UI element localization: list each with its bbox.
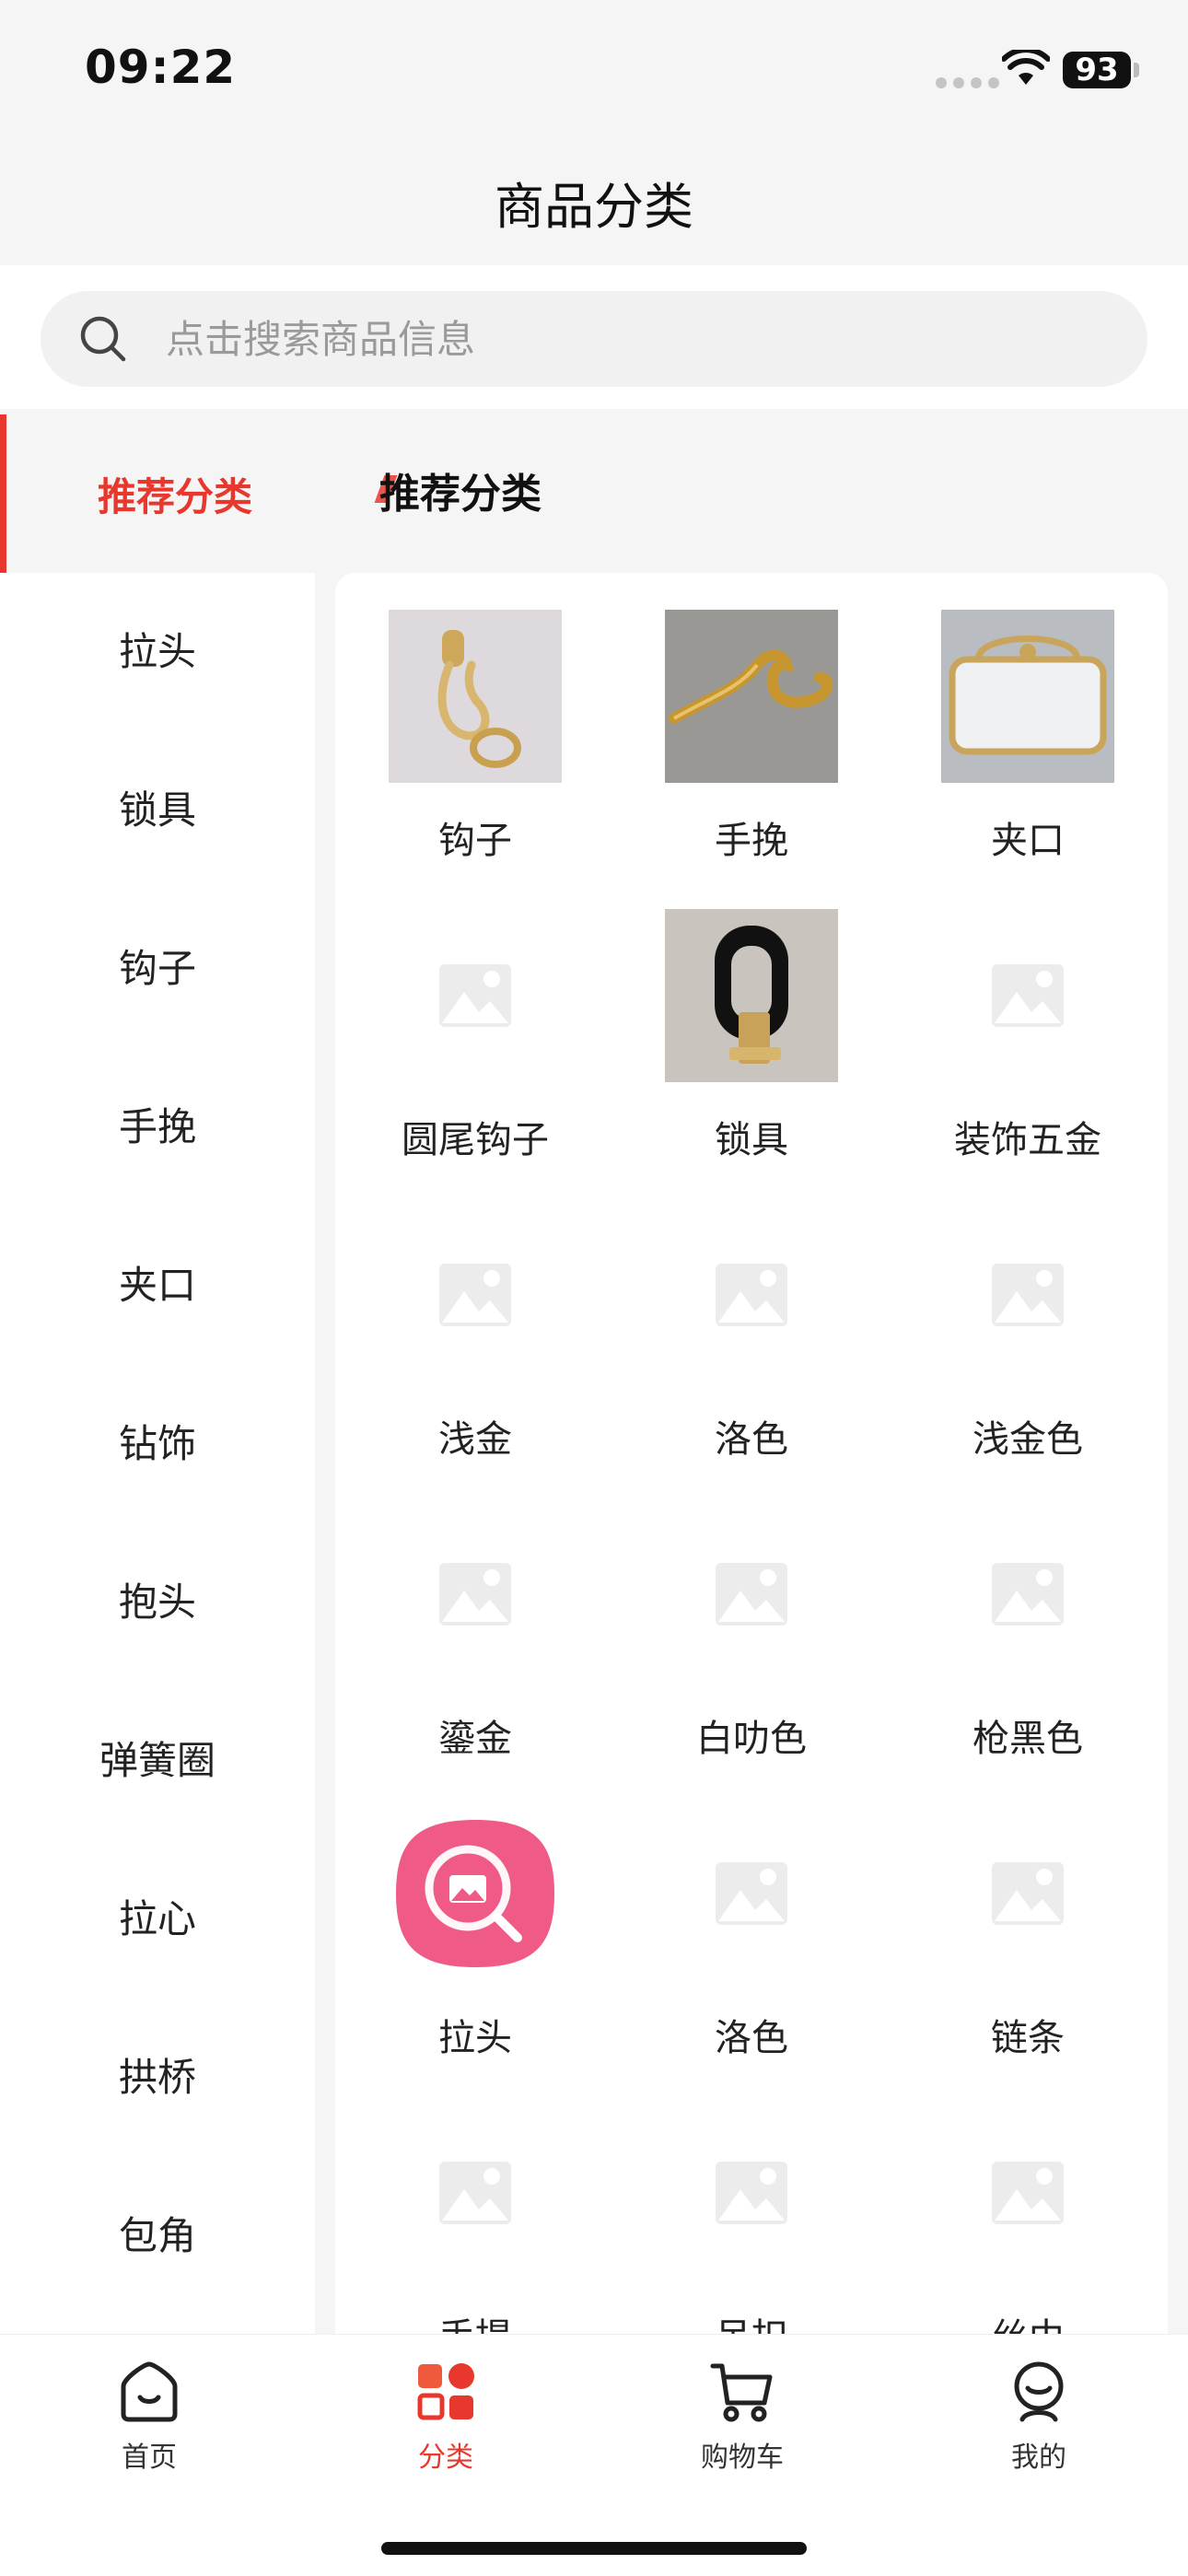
placeholder-image-icon xyxy=(389,1508,562,1681)
home-icon xyxy=(121,2361,178,2422)
sidebar-item[interactable]: 拱桥 xyxy=(0,1999,315,2157)
image-search-app-icon xyxy=(389,1807,562,1980)
wifi-icon xyxy=(1002,50,1050,85)
grid-item-label: 夹口 xyxy=(991,820,1065,862)
sidebar-item-recommended[interactable]: 推荐分类 xyxy=(37,466,313,522)
grid-item-label: 圆尾钩子 xyxy=(402,1119,549,1161)
sidebar-item[interactable]: 手挽 xyxy=(0,1048,315,1206)
home-indicator xyxy=(381,2542,807,2555)
gold-hook-photo xyxy=(389,610,562,783)
search-icon xyxy=(80,316,126,362)
placeholder-image-icon xyxy=(389,909,562,1082)
grid-item[interactable]: 圆尾钩子 xyxy=(337,909,613,1208)
placeholder-image-icon xyxy=(941,2106,1114,2279)
grid-item-label: 锁具 xyxy=(715,1119,788,1161)
search-input[interactable] xyxy=(166,291,1087,387)
placeholder-image-icon xyxy=(941,909,1114,1082)
grid-item[interactable]: 链条 xyxy=(890,1807,1166,2106)
grid-item[interactable]: 手提 xyxy=(337,2106,613,2334)
cart-icon xyxy=(710,2363,773,2422)
sidebar-item[interactable]: 抱头 xyxy=(0,1523,315,1682)
sidebar-item[interactable]: 拉头 xyxy=(0,573,315,731)
grid-item[interactable]: 浅金色 xyxy=(890,1208,1166,1508)
gold-handle-photo xyxy=(665,610,838,783)
grid-item-label: 钩子 xyxy=(438,820,512,862)
tab-label: 首页 xyxy=(122,2442,177,2474)
placeholder-image-icon xyxy=(665,1807,838,1980)
grid-item[interactable]: 浅金 xyxy=(337,1208,613,1508)
category-sidebar[interactable]: 拉头 锁具 钩子 手挽 夹口 钻饰 抱头 弹簧圈 拉心 拱桥 包角 xyxy=(0,573,315,2334)
grid-item-label: 拉头 xyxy=(438,2017,512,2059)
search-box[interactable] xyxy=(41,291,1147,387)
grid-item-label: 丝巾 xyxy=(890,2307,1166,2334)
tab-home[interactable]: 首页 xyxy=(57,2359,241,2475)
subcategory-panel: 钩子 手挽 夹口 圆尾钩子 锁具 装饰五金 浅金 洛色 浅金色 鎏金 白叻色 枪… xyxy=(335,573,1168,2334)
grid-item[interactable]: 白叻色 xyxy=(613,1508,890,1807)
grid-item-label: 手挽 xyxy=(715,820,788,862)
tab-label: 购物车 xyxy=(701,2442,784,2474)
tab-cart[interactable]: 购物车 xyxy=(650,2359,834,2475)
placeholder-image-icon xyxy=(941,1208,1114,1381)
grid-item[interactable]: 吊扣 xyxy=(613,2106,890,2334)
placeholder-image-icon xyxy=(389,2106,562,2279)
placeholder-image-icon xyxy=(389,1208,562,1381)
category-header: 推荐分类 推荐分类 xyxy=(0,409,1188,573)
subcategory-grid: 钩子 手挽 夹口 圆尾钩子 锁具 装饰五金 浅金 洛色 浅金色 鎏金 白叻色 枪… xyxy=(335,573,1168,2334)
battery-tip xyxy=(1134,63,1139,77)
page-title: 商品分类 xyxy=(495,178,693,236)
grid-item[interactable]: 拉头 xyxy=(337,1807,613,2106)
status-bar: 09:22 93 xyxy=(0,0,1188,138)
grid-item[interactable]: 枪黑色 xyxy=(890,1508,1166,1807)
grid-item-label: 手提 xyxy=(337,2307,613,2334)
status-time: 09:22 xyxy=(85,41,237,94)
grid-item[interactable]: 装饰五金 xyxy=(890,909,1166,1208)
sidebar-item[interactable]: 夹口 xyxy=(0,1206,315,1365)
battery-level: 93 xyxy=(1075,52,1119,88)
grid-item-label: 洛色 xyxy=(715,2017,788,2059)
grid-item[interactable]: 鎏金 xyxy=(337,1508,613,1807)
grid-item-label: 鎏金 xyxy=(438,1718,512,1760)
bag-frame-photo xyxy=(941,610,1114,783)
active-category-indicator xyxy=(0,414,6,573)
grid-item-label: 枪黑色 xyxy=(973,1718,1083,1760)
profile-icon xyxy=(1014,2361,1064,2422)
cellular-signal-icon xyxy=(936,77,999,88)
grid-item-label: 洛色 xyxy=(715,1418,788,1461)
sidebar-item[interactable]: 钩子 xyxy=(0,890,315,1048)
placeholder-image-icon xyxy=(665,1508,838,1681)
bottom-tab-bar: 首页 分类 购物车 我的 xyxy=(0,2334,1188,2576)
placeholder-image-icon xyxy=(941,1508,1114,1681)
grid-item[interactable]: 手挽 xyxy=(613,610,890,909)
grid-item[interactable]: 夹口 xyxy=(890,610,1166,909)
sidebar-item[interactable]: 弹簧圈 xyxy=(0,1682,315,1840)
grid-item[interactable]: 洛色 xyxy=(613,1208,890,1508)
sidebar-item[interactable]: 拉心 xyxy=(0,1840,315,1999)
grid-item-label: 浅金 xyxy=(438,1418,512,1461)
placeholder-image-icon xyxy=(665,2106,838,2279)
grid-item-label: 浅金色 xyxy=(973,1418,1083,1461)
placeholder-image-icon xyxy=(941,1807,1114,1980)
tab-label: 分类 xyxy=(418,2442,473,2474)
grid-item-label: 吊扣 xyxy=(613,2307,890,2334)
section-title: 推荐分类 xyxy=(379,471,542,518)
tab-label: 我的 xyxy=(1011,2442,1066,2474)
sidebar-item[interactable]: 钻饰 xyxy=(0,1365,315,1523)
placeholder-image-icon xyxy=(665,1208,838,1381)
grid-item[interactable]: 钩子 xyxy=(337,610,613,909)
sidebar-item[interactable]: 包角 xyxy=(0,2157,315,2315)
tab-category[interactable]: 分类 xyxy=(354,2359,538,2475)
search-bar-container xyxy=(0,265,1188,409)
grid-item-label: 装饰五金 xyxy=(954,1119,1101,1161)
sidebar-item[interactable]: 锁具 xyxy=(0,731,315,890)
category-grid-icon xyxy=(417,2363,474,2420)
tab-mine[interactable]: 我的 xyxy=(947,2359,1131,2475)
grid-item-label: 链条 xyxy=(991,2017,1065,2059)
grid-item[interactable]: 锁具 xyxy=(613,909,890,1208)
lock-photo xyxy=(665,909,838,1082)
battery-icon: 93 xyxy=(1063,52,1131,88)
grid-item[interactable]: 洛色 xyxy=(613,1807,890,2106)
grid-item-label: 白叻色 xyxy=(696,1718,807,1760)
grid-item[interactable]: 丝巾 xyxy=(890,2106,1166,2334)
